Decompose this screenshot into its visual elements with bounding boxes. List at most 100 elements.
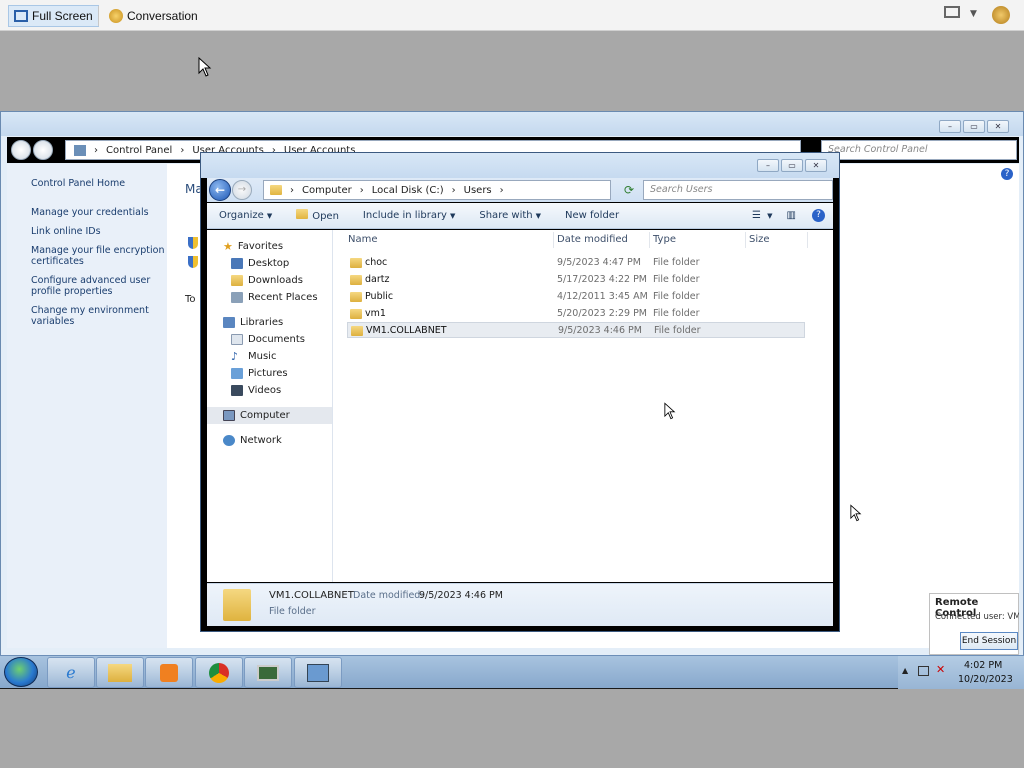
view-options-icon[interactable]: ☰ ▼ — [746, 210, 779, 221]
refresh-icon[interactable]: ⟳ — [619, 180, 639, 200]
control-panel-window-controls: – ▭ ✕ — [939, 120, 1009, 133]
file-type: File folder — [654, 325, 701, 336]
conversation-button[interactable]: Conversation — [104, 5, 203, 27]
end-session-button[interactable]: End Session — [960, 632, 1018, 650]
sidebar-link-manage-credentials[interactable]: Manage your credentials — [31, 207, 167, 218]
breadcrumb-computer[interactable]: Computer — [302, 185, 352, 196]
column-header-type[interactable]: Type — [653, 234, 676, 245]
help-icon[interactable]: ? — [1001, 168, 1013, 180]
clock-date[interactable]: 10/20/2023 — [958, 674, 1013, 685]
mouse-cursor-icon — [198, 57, 212, 77]
nav-pictures[interactable]: Pictures — [207, 365, 332, 382]
share-with-button[interactable]: Share with ▼ — [467, 210, 553, 221]
sidebar-link-online-ids[interactable]: Link online IDs — [31, 226, 167, 237]
navigation-pane: ★ Favorites Desktop Downloads Recent Plac… — [207, 230, 333, 582]
chrome-icon — [209, 662, 229, 683]
monitor-icon[interactable] — [944, 6, 960, 22]
column-header-name[interactable]: Name — [348, 234, 378, 245]
file-row-vm1[interactable]: vm1 5/20/2023 2:29 PM File folder — [347, 306, 805, 322]
close-button[interactable]: ✕ — [805, 159, 827, 172]
nav-favorites[interactable]: ★ Favorites — [207, 238, 332, 255]
nav-libraries[interactable]: Libraries — [207, 314, 332, 331]
nav-label: Computer — [240, 410, 290, 421]
start-button[interactable] — [4, 657, 38, 687]
column-header-size[interactable]: Size — [749, 234, 770, 245]
nav-documents[interactable]: Documents — [207, 331, 332, 348]
file-row-public[interactable]: Public 4/12/2011 3:45 AM File folder — [347, 289, 805, 305]
folder-icon — [351, 326, 363, 336]
minimize-button[interactable]: – — [939, 120, 961, 133]
explorer-window: – ▭ ✕ ← → › Computer › Local Disk (C:) ›… — [200, 152, 840, 632]
toolbar-divider — [98, 6, 99, 26]
remote-control-panel: Remote Control Connected user: VM6 End S… — [929, 593, 1019, 655]
column-divider — [649, 232, 650, 248]
preview-pane-icon[interactable]: ▥ — [779, 210, 804, 221]
help-icon[interactable]: ? — [804, 209, 833, 222]
nav-label: Pictures — [248, 368, 288, 379]
explorer-breadcrumb[interactable]: › Computer › Local Disk (C:) › Users › — [263, 180, 611, 200]
fullscreen-icon — [14, 10, 28, 22]
nav-desktop[interactable]: Desktop — [207, 255, 332, 272]
close-button[interactable]: ✕ — [987, 120, 1009, 133]
forward-button[interactable] — [33, 140, 53, 160]
fullscreen-button[interactable]: Full Screen — [8, 5, 99, 27]
file-row-choc[interactable]: choc 9/5/2023 4:47 PM File folder — [347, 255, 805, 271]
include-in-library-button[interactable]: Include in library ▼ — [351, 210, 467, 221]
nav-recent-places[interactable]: Recent Places — [207, 289, 332, 306]
open-button[interactable]: Open — [284, 209, 351, 222]
nav-label: Desktop — [248, 258, 290, 269]
taskbar-media-player[interactable] — [145, 657, 193, 688]
taskbar-internet-explorer[interactable]: ℯ — [47, 657, 95, 688]
taskbar-remote-app[interactable] — [244, 657, 292, 688]
back-button[interactable]: ← — [209, 179, 231, 201]
control-panel-search-input[interactable]: Search Control Panel — [821, 140, 1017, 160]
settings-gear-icon[interactable] — [992, 6, 1010, 28]
breadcrumb-local-disk[interactable]: Local Disk (C:) — [372, 185, 444, 196]
clock-time[interactable]: 4:02 PM — [964, 660, 1002, 671]
monitor-dropdown-icon[interactable]: ▼ — [970, 9, 977, 19]
file-type: File folder — [653, 257, 700, 268]
folder-icon — [350, 292, 362, 302]
nav-videos[interactable]: Videos — [207, 382, 332, 399]
action-center-icon[interactable] — [918, 666, 929, 676]
sidebar-link-profile-properties[interactable]: Configure advanced user profile properti… — [31, 275, 167, 297]
search-placeholder: Search Control Panel — [828, 144, 928, 155]
new-folder-button[interactable]: New folder — [553, 210, 631, 221]
taskbar-chrome[interactable] — [195, 657, 243, 688]
share-with-label: Share with — [479, 210, 533, 221]
show-hidden-icons[interactable]: ▲ — [902, 666, 908, 675]
minimize-button[interactable]: – — [757, 159, 779, 172]
file-row-vm1-collabnet[interactable]: VM1.COLLABNET 9/5/2023 4:46 PM File fold… — [347, 322, 805, 338]
column-header-date-modified[interactable]: Date modified — [557, 234, 628, 245]
back-button[interactable] — [11, 140, 31, 160]
column-divider — [807, 232, 808, 248]
network-error-icon[interactable]: ✕ — [936, 663, 945, 676]
sidebar-link-file-encryption[interactable]: Manage your file encryption certificates — [31, 245, 167, 267]
breadcrumb-separator: › — [499, 184, 504, 196]
explorer-search-input[interactable]: Search Users — [643, 180, 833, 200]
breadcrumb-separator: › — [180, 144, 185, 156]
breadcrumb-control-panel[interactable]: Control Panel — [106, 145, 172, 156]
taskbar-file-explorer[interactable] — [96, 657, 144, 688]
nav-downloads[interactable]: Downloads — [207, 272, 332, 289]
restore-button[interactable]: ▭ — [963, 120, 985, 133]
libraries-icon — [223, 317, 235, 328]
organize-label: Organize — [219, 210, 264, 221]
sidebar-link-environment-variables[interactable]: Change my environment variables — [31, 305, 167, 327]
taskbar-control-panel[interactable] — [294, 657, 342, 688]
explorer-titlebar[interactable]: – ▭ ✕ — [201, 153, 839, 178]
column-divider — [745, 232, 746, 248]
sidebar-link-control-panel-home[interactable]: Control Panel Home — [31, 178, 167, 189]
folder-icon — [350, 258, 362, 268]
mouse-cursor-icon — [664, 402, 676, 420]
conversation-label: Conversation — [127, 9, 198, 23]
forward-button[interactable]: → — [232, 180, 252, 200]
breadcrumb-users[interactable]: Users — [464, 185, 492, 196]
nav-computer[interactable]: Computer — [207, 407, 332, 424]
maximize-button[interactable]: ▭ — [781, 159, 803, 172]
file-row-dartz[interactable]: dartz 5/17/2023 4:22 PM File folder — [347, 272, 805, 288]
nav-network[interactable]: Network — [207, 432, 332, 449]
folder-icon — [350, 275, 362, 285]
nav-music[interactable]: ♪ Music — [207, 348, 332, 365]
organize-button[interactable]: Organize ▼ — [207, 210, 284, 221]
